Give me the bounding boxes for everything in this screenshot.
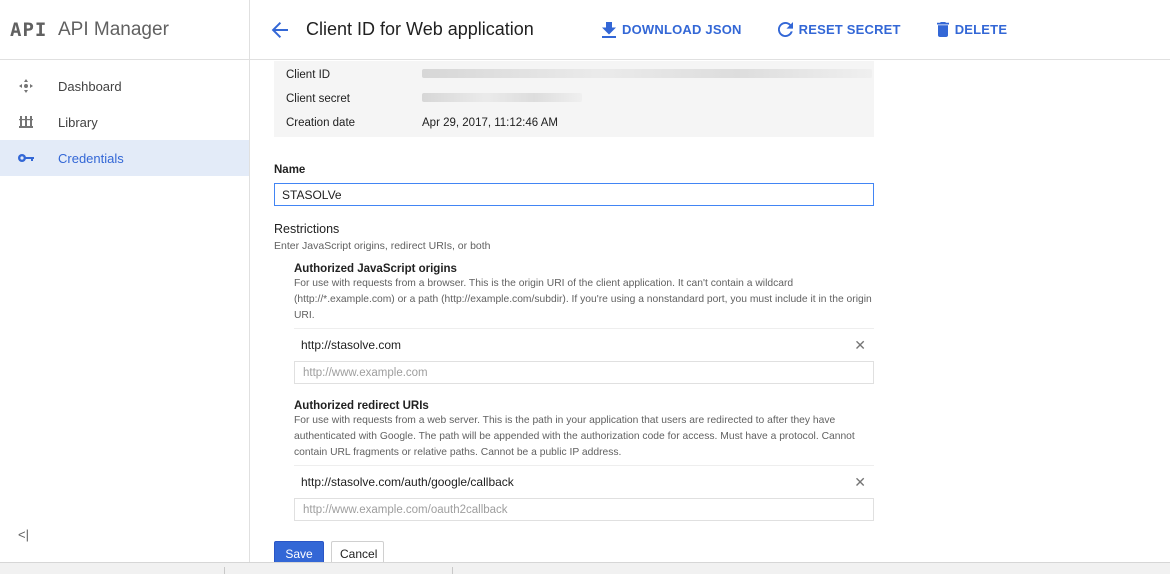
sidebar-item-credentials[interactable]: Credentials	[0, 140, 249, 176]
sidebar-item-label: Credentials	[58, 150, 124, 166]
trash-icon	[936, 22, 949, 37]
sidebar-item-label: Dashboard	[58, 78, 122, 94]
name-input[interactable]	[274, 183, 874, 206]
download-icon	[602, 21, 616, 38]
app-title: API Manager	[58, 18, 169, 40]
delete-button[interactable]: DELETE	[936, 22, 1008, 37]
brand-header: API API Manager	[0, 0, 249, 60]
reset-secret-label: RESET SECRET	[798, 22, 901, 37]
restrictions-title: Restrictions	[274, 222, 340, 236]
redirect-uri-entry: http://stasolve.com/auth/google/callback…	[294, 465, 874, 498]
reset-secret-button[interactable]: RESET SECRET	[777, 22, 901, 37]
remove-redirect-icon[interactable]: ✕	[854, 474, 866, 491]
client-secret-label: Client secret	[286, 93, 350, 105]
client-info-table: Client ID Client secret Creation date Ap…	[274, 61, 874, 137]
remove-origin-icon[interactable]: ✕	[854, 337, 866, 354]
js-origins-section: Authorized JavaScript origins For use wi…	[294, 263, 874, 384]
key-icon	[0, 152, 58, 164]
dashboard-icon	[0, 78, 58, 94]
page-title: Client ID for Web application	[306, 19, 534, 39]
new-redirect-input[interactable]	[294, 498, 874, 521]
client-id-row: Client ID	[274, 63, 874, 87]
download-json-button[interactable]: DOWNLOAD JSON	[602, 21, 742, 38]
sidebar-item-label: Library	[58, 114, 98, 130]
sidebar-item-library[interactable]: Library	[0, 104, 249, 140]
sidebar-nav: Dashboard Library Credentials	[0, 60, 249, 176]
back-arrow-icon[interactable]	[250, 21, 306, 38]
redirect-uri-value: http://stasolve.com/auth/google/callback	[301, 475, 514, 489]
creation-date-value: Apr 29, 2017, 11:12:46 AM	[422, 117, 558, 129]
download-json-label: DOWNLOAD JSON	[622, 22, 742, 37]
client-secret-value-redacted	[422, 93, 582, 105]
collapse-sidebar-icon[interactable]: <|	[18, 527, 29, 542]
js-origin-entry: http://stasolve.com ✕	[294, 328, 874, 361]
js-origin-value: http://stasolve.com	[301, 338, 402, 352]
sidebar: API API Manager Dashboard Library Creden…	[0, 0, 250, 562]
client-id-label: Client ID	[286, 69, 331, 81]
delete-label: DELETE	[954, 22, 1008, 37]
client-id-value-redacted	[422, 69, 872, 81]
redirect-uris-section: Authorized redirect URIs For use with re…	[294, 400, 874, 521]
redirect-uris-title: Authorized redirect URIs	[294, 400, 429, 412]
js-origins-title: Authorized JavaScript origins	[294, 263, 457, 275]
redirect-uris-description: For use with requests from a web server.…	[294, 415, 855, 458]
client-secret-row: Client secret	[274, 87, 874, 111]
library-icon	[0, 114, 58, 130]
page-header: Client ID for Web application DOWNLOAD J…	[250, 0, 1170, 60]
creation-date-label: Creation date	[286, 117, 356, 129]
creation-date-row: Creation date Apr 29, 2017, 11:12:46 AM	[274, 111, 874, 135]
api-logo: API	[10, 18, 48, 41]
new-origin-input[interactable]	[294, 361, 874, 384]
js-origins-description: For use with requests from a browser. Th…	[294, 278, 872, 321]
name-label: Name	[274, 164, 306, 176]
restrictions-subtitle: Enter JavaScript origins, redirect URIs,…	[274, 240, 491, 252]
main-content: Client ID Client secret Creation date Ap…	[274, 61, 874, 567]
refresh-icon	[777, 22, 793, 37]
sidebar-item-dashboard[interactable]: Dashboard	[0, 68, 249, 104]
horizontal-scrollbar[interactable]	[0, 562, 1170, 574]
